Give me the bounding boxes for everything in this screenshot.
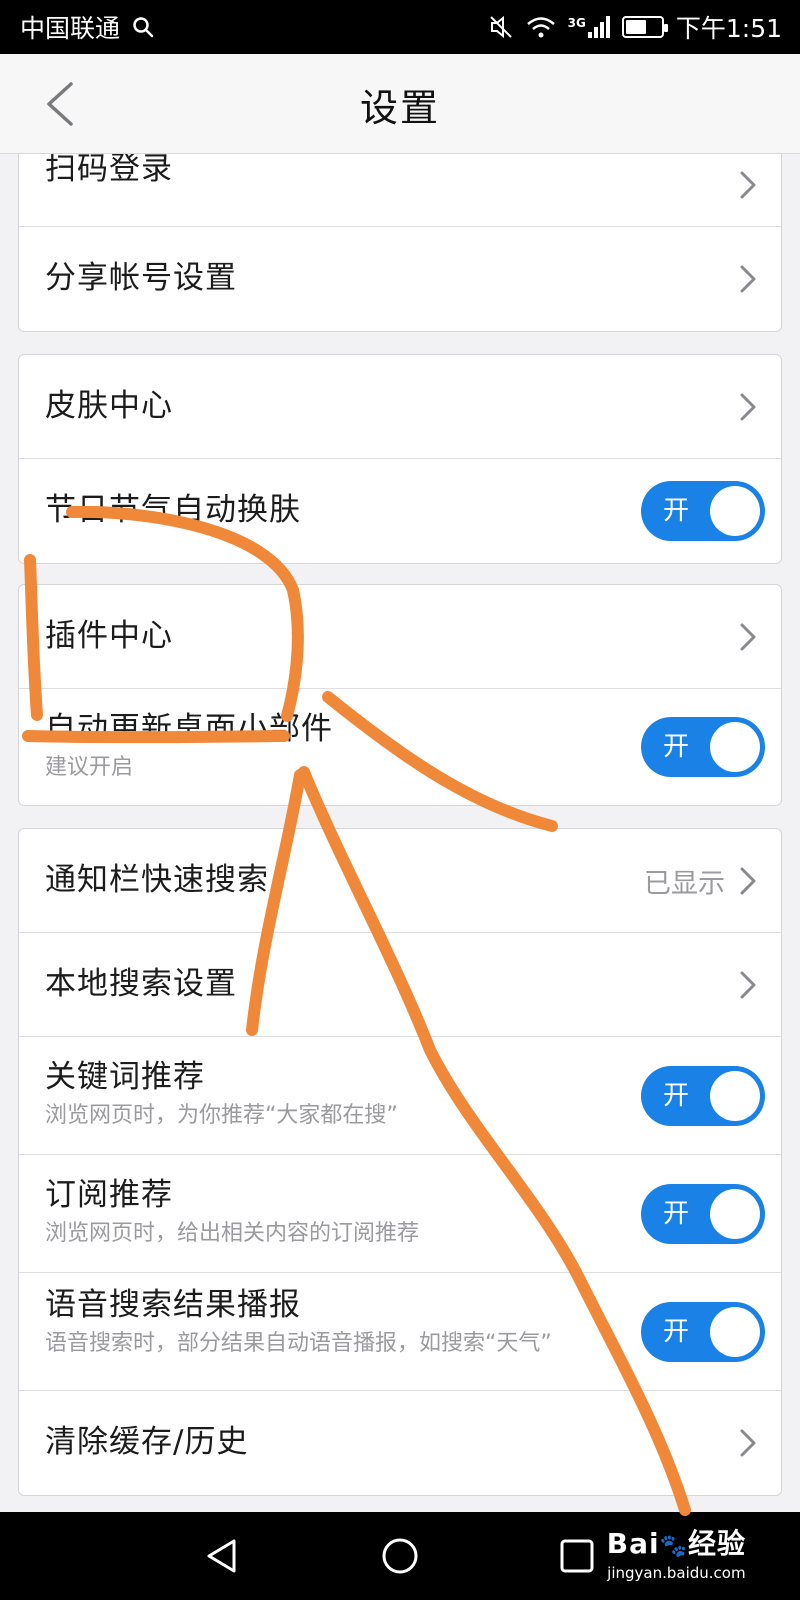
setting-row-local-search[interactable]: 本地搜索设置 — [19, 933, 781, 1037]
paw-icon: 🐾 — [659, 1534, 688, 1559]
setting-row-notification-search[interactable]: 通知栏快速搜索 已显示 — [19, 829, 781, 933]
header: 设置 — [0, 54, 800, 154]
page-title: 设置 — [359, 85, 440, 130]
setting-label: 分享帐号设置 — [45, 260, 237, 296]
toggle-label: 开 — [663, 1198, 690, 1229]
setting-row-festival-skin[interactable]: 节日节气自动换肤 开 — [19, 459, 781, 563]
setting-value: 已显示 — [644, 868, 725, 899]
setting-label: 插件中心 — [45, 618, 173, 654]
carrier-name: 中国联通 — [20, 14, 121, 43]
setting-description: 浏览网页时，为你推荐“大家都在搜” — [45, 1103, 398, 1129]
baidu-jingyan-watermark: Bai🐾经验 jingyan.baidu.com — [607, 1522, 746, 1582]
setting-label: 扫码登录 — [45, 154, 173, 187]
setting-description: 建议开启 — [45, 755, 134, 781]
settings-group-search: 通知栏快速搜索 已显示 本地搜索设置 关键词推荐 浏览网页时，为你推荐“大家都在… — [18, 828, 782, 1496]
nav-back-button[interactable] — [192, 1526, 252, 1586]
setting-label: 自动更新桌面小部件 — [45, 711, 333, 747]
chevron-right-icon — [740, 171, 756, 198]
setting-row-voice-broadcast[interactable]: 语音搜索结果播报 语音搜索时，部分结果自动语音播报，如搜索“天气” 开 — [19, 1273, 781, 1391]
toggle-knob — [710, 722, 760, 772]
chevron-right-icon — [740, 393, 756, 420]
setting-label: 本地搜索设置 — [45, 966, 237, 1002]
setting-row-share-account[interactable]: 分享帐号设置 — [19, 227, 781, 331]
toggle-label: 开 — [663, 1080, 690, 1111]
watermark-brand-suffix: 经验 — [687, 1527, 746, 1560]
setting-row-keyword-recommend[interactable]: 关键词推荐 浏览网页时，为你推荐“大家都在搜” 开 — [19, 1037, 781, 1155]
toggle-knob — [710, 1188, 760, 1239]
status-bar: 中国联通 3G 下午1:51 — [0, 0, 800, 54]
chevron-right-icon — [740, 971, 756, 998]
setting-label: 语音搜索结果播报 — [45, 1287, 301, 1323]
settings-group-account: 扫码登录 分享帐号设置 — [18, 154, 782, 332]
setting-row-subscription-recommend[interactable]: 订阅推荐 浏览网页时，给出相关内容的订阅推荐 开 — [19, 1155, 781, 1273]
setting-label: 节日节气自动换肤 — [45, 492, 301, 528]
toggle-label: 开 — [663, 1316, 690, 1347]
circle-home-icon — [382, 1538, 418, 1574]
toggle-label: 开 — [663, 496, 690, 526]
toggle-switch[interactable]: 开 — [641, 717, 765, 777]
settings-group-skin: 皮肤中心 节日节气自动换肤 开 — [18, 354, 782, 564]
toggle-switch[interactable]: 开 — [641, 1065, 765, 1126]
settings-list[interactable]: 扫码登录 分享帐号设置 皮肤中心 节日节气自动换肤 开 插件中心 自动更新桌面小… — [0, 154, 800, 1512]
setting-row-widget-update[interactable]: 自动更新桌面小部件 建议开启 开 — [19, 689, 781, 805]
setting-description: 语音搜索时，部分结果自动语音播报，如搜索“天气” — [45, 1331, 552, 1357]
clock: 下午1:51 — [675, 14, 782, 43]
signal-icon — [587, 16, 610, 38]
back-button[interactable] — [30, 74, 90, 134]
navigation-bar: Bai🐾经验 jingyan.baidu.com — [0, 1512, 800, 1600]
toggle-switch[interactable]: 开 — [641, 481, 765, 541]
setting-row-skin-center[interactable]: 皮肤中心 — [19, 355, 781, 459]
search-icon — [133, 17, 154, 38]
nav-recents-button[interactable] — [547, 1526, 607, 1586]
watermark-brand: Bai — [606, 1527, 660, 1560]
battery-icon — [621, 16, 668, 38]
chevron-right-icon — [740, 265, 756, 293]
triangle-back-icon — [207, 1539, 236, 1573]
watermark-url: jingyan.baidu.com — [607, 1564, 746, 1582]
setting-label: 通知栏快速搜索 — [45, 862, 269, 898]
setting-row-plugin-center[interactable]: 插件中心 — [19, 585, 781, 689]
mute-icon — [489, 15, 512, 39]
toggle-label: 开 — [663, 732, 690, 762]
setting-label: 清除缓存/历史 — [45, 1424, 249, 1460]
setting-row-clear-cache[interactable]: 清除缓存/历史 — [19, 1391, 781, 1495]
chevron-right-icon — [740, 867, 756, 894]
square-recents-icon — [560, 1539, 594, 1573]
settings-group-plugins: 插件中心 自动更新桌面小部件 建议开启 开 — [18, 584, 782, 806]
chevron-right-icon — [740, 1429, 756, 1457]
toggle-knob — [710, 486, 760, 536]
toggle-knob — [710, 1070, 760, 1121]
toggle-switch[interactable]: 开 — [641, 1183, 765, 1244]
toggle-knob — [710, 1306, 760, 1357]
toggle-switch[interactable]: 开 — [641, 1301, 765, 1362]
setting-label: 关键词推荐 — [45, 1059, 205, 1095]
nav-home-button[interactable] — [370, 1526, 430, 1586]
wifi-icon — [526, 17, 555, 38]
setting-description: 浏览网页时，给出相关内容的订阅推荐 — [45, 1221, 420, 1247]
setting-row-scan-login[interactable]: 扫码登录 — [19, 154, 781, 227]
chevron-right-icon — [740, 623, 756, 650]
network-type: 3G — [567, 16, 586, 30]
chevron-left-icon — [47, 82, 73, 126]
setting-label: 皮肤中心 — [45, 388, 173, 424]
setting-label: 订阅推荐 — [45, 1177, 173, 1213]
